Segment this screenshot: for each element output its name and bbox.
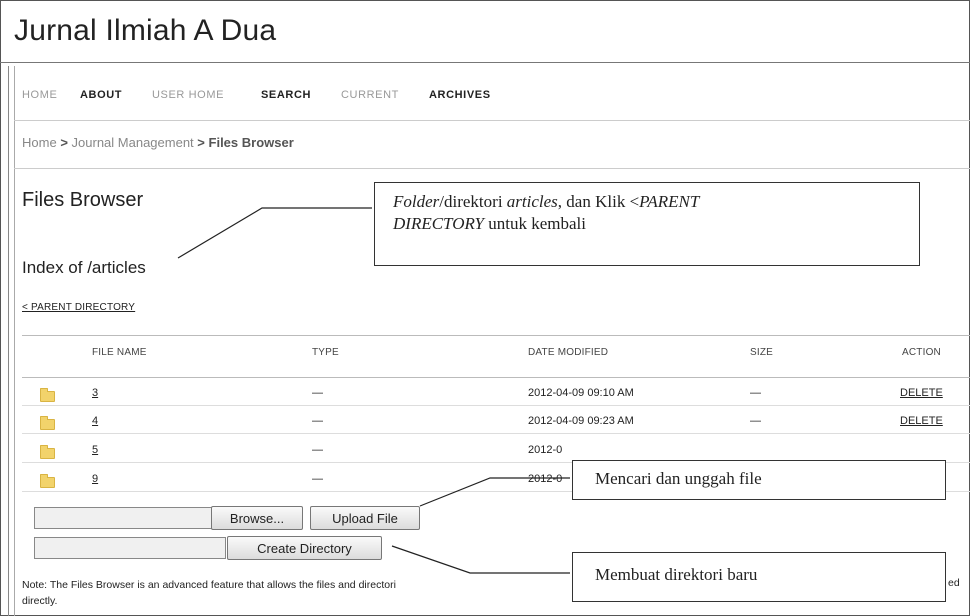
callout-text: /direktori: [439, 192, 507, 211]
upload-info-callout: Mencari dan unggah file: [572, 460, 946, 500]
breadcrumb-separator: >: [60, 135, 68, 150]
folder-icon: [40, 388, 55, 402]
file-type: —: [312, 387, 323, 399]
folder-icon: [40, 416, 55, 430]
breadcrumb-separator: >: [197, 135, 205, 150]
delete-link[interactable]: DELETE: [900, 387, 943, 399]
page-title: Files Browser: [22, 189, 144, 211]
callout-text: Mencari dan unggah file: [595, 469, 762, 488]
callout-text-italic: PARENT: [639, 192, 700, 211]
upload-file-button[interactable]: Upload File: [310, 506, 420, 530]
nav-user-home[interactable]: USER HOME: [152, 89, 224, 101]
folder-icon: [40, 445, 55, 459]
create-directory-button[interactable]: Create Directory: [227, 536, 382, 560]
note-tail: ed: [948, 577, 960, 589]
file-name-link[interactable]: 5: [92, 444, 98, 456]
nav-archives[interactable]: ARCHIVES: [429, 89, 491, 101]
note-line-1: Note: The Files Browser is an advanced f…: [22, 579, 396, 591]
file-date: 2012-0: [528, 444, 563, 456]
table-top-rule: [22, 335, 970, 336]
callout-text-italic: DIRECTORY: [393, 214, 485, 233]
col-header-file-name: FILE NAME: [92, 347, 147, 358]
col-header-type: TYPE: [312, 347, 339, 358]
nav-search[interactable]: SEARCH: [261, 89, 311, 101]
folder-info-callout: Folder/direktori articles, dan Klik <PAR…: [374, 182, 920, 266]
nav-about[interactable]: ABOUT: [80, 89, 122, 101]
callout-text-italic: articles: [506, 192, 558, 211]
title-divider: [0, 62, 970, 63]
page-left-border: [8, 66, 9, 616]
file-date: 2012-04-09 09:10 AM: [528, 387, 634, 399]
col-header-size: SIZE: [750, 347, 774, 358]
row-divider: [22, 405, 970, 406]
file-type: —: [312, 444, 323, 456]
nav-current[interactable]: CURRENT: [341, 89, 399, 101]
callout-text: , dan Klik <: [557, 192, 640, 211]
breadcrumb-current: Files Browser: [208, 135, 294, 150]
nav-home[interactable]: HOME: [22, 89, 57, 101]
col-header-action: ACTION: [902, 347, 941, 358]
top-nav: HOME ABOUT USER HOME SEARCH CURRENT ARCH…: [14, 66, 970, 121]
upload-file-input[interactable]: [34, 507, 212, 529]
file-size: —: [750, 387, 761, 399]
index-heading: Index of /articles: [22, 258, 146, 277]
folder-icon: [40, 474, 55, 488]
file-name-link[interactable]: 9: [92, 473, 98, 485]
note-text: Note: The Files Browser is an advanced f…: [22, 577, 582, 609]
col-header-date-modified: DATE MODIFIED: [528, 347, 609, 358]
file-name-link[interactable]: 3: [92, 387, 98, 399]
parent-directory-link[interactable]: < PARENT DIRECTORY: [22, 302, 135, 313]
browse-button[interactable]: Browse...: [211, 506, 303, 530]
callout-text: untuk kembali: [484, 214, 586, 233]
table-header-rule: [22, 377, 970, 378]
breadcrumb-home[interactable]: Home: [22, 135, 57, 150]
mkdir-info-callout: Membuat direktori baru: [572, 552, 946, 602]
new-directory-input[interactable]: [34, 537, 226, 559]
content-left-border: [14, 66, 15, 616]
note-line-2: directly.: [22, 595, 58, 607]
callout-text: Membuat direktori baru: [595, 565, 758, 584]
row-divider: [22, 433, 970, 434]
file-size: —: [750, 415, 761, 427]
breadcrumb-divider: [14, 168, 970, 169]
file-name-link[interactable]: 4: [92, 415, 98, 427]
file-type: —: [312, 415, 323, 427]
file-date: 2012-0: [528, 473, 563, 485]
site-title[interactable]: Jurnal Ilmiah A Dua: [14, 14, 276, 48]
file-date: 2012-04-09 09:23 AM: [528, 415, 634, 427]
callout-text-italic: Folder: [393, 192, 440, 211]
file-type: —: [312, 473, 323, 485]
breadcrumb-journal-management[interactable]: Journal Management: [72, 135, 194, 150]
breadcrumb: Home > Journal Management > Files Browse…: [22, 135, 294, 150]
delete-link[interactable]: DELETE: [900, 415, 943, 427]
